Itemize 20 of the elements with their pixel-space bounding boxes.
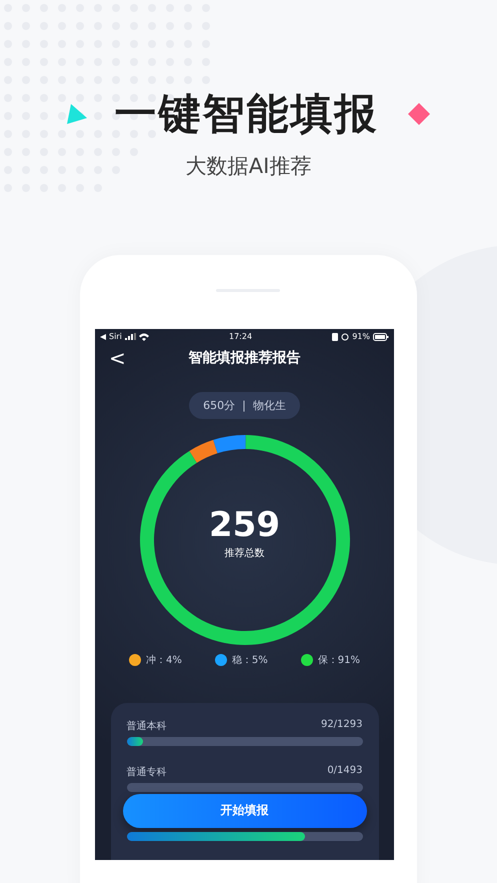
legend-label: 冲：4% <box>146 654 182 667</box>
carrier-text: Siri <box>109 332 122 342</box>
score-text: 650分 <box>203 398 236 414</box>
separator-text: | <box>242 399 246 412</box>
clock-text: 17:24 <box>228 332 252 342</box>
start-button[interactable]: 开始填报 <box>122 794 366 828</box>
legend-label: 稳：5% <box>232 654 268 667</box>
category-label: 普通专科 <box>126 766 166 779</box>
legend-label: 保：91% <box>318 654 360 667</box>
battery-text: 91% <box>352 332 370 342</box>
category-label: 普通本科 <box>126 720 166 733</box>
headline: 一键智能填报 <box>114 88 378 140</box>
total-count: 259 <box>209 508 280 542</box>
subtitle: 大数据AI推荐 <box>186 153 312 180</box>
screen-title: 智能填报推荐报告 <box>188 349 300 368</box>
subjects-text: 物化生 <box>252 398 286 414</box>
count-text: 92/1293 <box>320 718 362 732</box>
total-caption: 推荐总数 <box>224 546 264 560</box>
back-button[interactable]: < <box>109 346 126 370</box>
count-text: 0/1493 <box>327 764 362 778</box>
